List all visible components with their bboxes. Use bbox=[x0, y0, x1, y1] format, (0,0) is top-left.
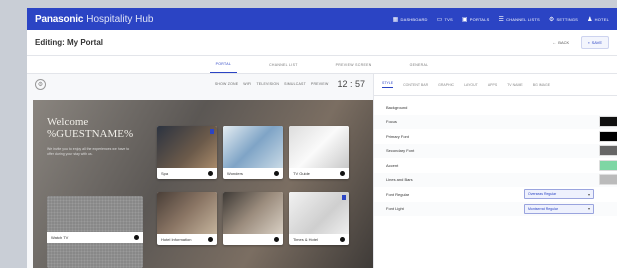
tile-times-hotel[interactable]: Times & Hotel bbox=[289, 192, 349, 245]
settings-subtabs: STYLE CONTENT BAR GRAPHIC LAYOUT APPS TV… bbox=[374, 74, 617, 96]
nav-settings[interactable]: ⚙ SETTINGS bbox=[549, 16, 578, 23]
tile-indicator bbox=[208, 171, 213, 176]
welcome-message: We invite you to enjoy all the experienc… bbox=[47, 147, 130, 156]
tab-general[interactable]: GENERAL bbox=[404, 57, 435, 73]
font-light-select[interactable]: Montserrat Regular ▾ bbox=[524, 203, 594, 214]
toolbar-simulcast[interactable]: SIMULCAST bbox=[284, 82, 306, 86]
subtab-tv-name[interactable]: TV NAME bbox=[507, 83, 523, 87]
subtab-apps[interactable]: APPS bbox=[488, 83, 497, 87]
row-lines-and-bars: Lines and Bars bbox=[374, 172, 617, 187]
tile-indicator bbox=[274, 237, 279, 242]
grid-icon: ▦ bbox=[392, 16, 399, 23]
tile-wonders[interactable]: Wonders bbox=[223, 126, 283, 179]
tile-indicator bbox=[134, 235, 139, 240]
row-font-light: Font Light Montserrat Regular ▾ bbox=[374, 201, 617, 216]
top-bar: Panasonic Hospitality Hub ▦ DASHBOARD ▭ TV… bbox=[27, 8, 617, 30]
nav-tvs[interactable]: ▭ TVS bbox=[437, 16, 453, 23]
app-title: Hospitality Hub bbox=[86, 13, 154, 25]
list-icon: ☰ bbox=[498, 16, 505, 23]
tile-badge bbox=[210, 129, 214, 134]
save-button[interactable]: ▪ SAVE bbox=[581, 36, 609, 49]
tile-image bbox=[157, 126, 217, 168]
portal-icon: ▣ bbox=[461, 16, 468, 23]
row-accent: Accent bbox=[374, 158, 617, 173]
preview-clock: 12 : 57 bbox=[337, 79, 365, 89]
nav-channel-lists[interactable]: ☰ CHANNEL LISTS bbox=[498, 16, 539, 23]
row-font-regular: Font Regular Overseas Regular ▾ bbox=[374, 187, 617, 202]
toolbar-show-zone[interactable]: SHOW ZONE bbox=[215, 82, 238, 86]
page-title: Editing: My Portal bbox=[35, 38, 103, 47]
tile-image bbox=[157, 192, 217, 234]
subtab-graphic[interactable]: GRAPHIC bbox=[438, 83, 454, 87]
tile-indicator bbox=[340, 237, 345, 242]
preview-canvas: Welcome %GUESTNAME% We invite you to enj… bbox=[33, 100, 373, 268]
tile-image bbox=[289, 192, 349, 234]
header-actions: ← BACK ▪ SAVE bbox=[546, 36, 609, 49]
save-icon: ▪ bbox=[588, 40, 590, 45]
row-background: Background bbox=[386, 104, 408, 110]
tile-tv-guide[interactable]: TV Guide bbox=[289, 126, 349, 179]
subtab-style[interactable]: STYLE bbox=[382, 81, 394, 88]
user-icon: ♟ bbox=[587, 16, 593, 23]
row-secondary-font: Secondary Font bbox=[374, 143, 617, 158]
style-rows: Background Focus Primary Font Secondary … bbox=[374, 96, 617, 216]
tile-image bbox=[223, 126, 283, 168]
top-nav: ▦ DASHBOARD ▭ TVS ▣ PORTALS ☰ CHANNEL LISTS … bbox=[393, 16, 609, 23]
tile-spa[interactable]: Spa bbox=[157, 126, 217, 179]
tv-icon: ▭ bbox=[436, 16, 443, 23]
row-primary-font: Primary Font bbox=[374, 129, 617, 144]
preview-toolbar-items: SHOW ZONE WIFI TELEVISION SIMULCAST PREV… bbox=[215, 79, 365, 89]
tile-indicator bbox=[208, 237, 213, 242]
editor-main: ⚙ SHOW ZONE WIFI TELEVISION SIMULCAST PR… bbox=[27, 74, 617, 268]
lines-bars-color-swatch[interactable] bbox=[599, 174, 617, 186]
subtab-content-bar[interactable]: CONTENT BAR bbox=[403, 83, 428, 87]
tile-badge bbox=[342, 195, 346, 200]
nav-portals[interactable]: ▣ PORTALS bbox=[462, 16, 490, 23]
nav-dashboard[interactable]: ▦ DASHBOARD bbox=[393, 16, 428, 23]
tile-indicator bbox=[340, 171, 345, 176]
back-button[interactable]: ← BACK bbox=[546, 37, 575, 48]
subtab-bg-image[interactable]: BG IMAGE bbox=[533, 83, 550, 87]
style-settings-panel: STYLE CONTENT BAR GRAPHIC LAYOUT APPS TV… bbox=[373, 74, 617, 268]
toolbar-television[interactable]: TELEVISION bbox=[256, 82, 279, 86]
tab-preview-screen[interactable]: PREVIEW SCREEN bbox=[330, 57, 378, 73]
tile-hotel-information[interactable]: Hotel Information bbox=[157, 192, 217, 245]
tab-channel-list[interactable]: CHANNEL LIST bbox=[263, 57, 304, 73]
row-focus: Focus bbox=[374, 114, 617, 129]
preview-toolbar: ⚙ SHOW ZONE WIFI TELEVISION SIMULCAST PR… bbox=[27, 74, 373, 94]
tile-indicator bbox=[274, 171, 279, 176]
primary-font-color-swatch[interactable] bbox=[599, 130, 617, 142]
brand-logo: Panasonic bbox=[35, 13, 84, 25]
font-regular-select[interactable]: Overseas Regular ▾ bbox=[524, 189, 594, 200]
focus-color-swatch[interactable] bbox=[599, 116, 617, 128]
chevron-down-icon: ▾ bbox=[587, 191, 590, 197]
subtab-layout[interactable]: LAYOUT bbox=[464, 83, 478, 87]
toolbar-preview[interactable]: PREVIEW bbox=[311, 82, 329, 86]
preview-settings-icon[interactable]: ⚙ bbox=[35, 78, 46, 90]
main-tabs: PORTAL CHANNEL LIST PREVIEW SCREEN GENER… bbox=[27, 56, 617, 74]
toolbar-wifi[interactable]: WIFI bbox=[243, 82, 251, 86]
page-header: Editing: My Portal ← BACK ▪ SAVE bbox=[27, 30, 617, 56]
tv-tile-footer: Watch TV bbox=[47, 232, 143, 243]
gear-icon: ⚙ bbox=[548, 16, 555, 23]
accent-color-swatch[interactable] bbox=[599, 159, 617, 171]
portal-preview: ⚙ SHOW ZONE WIFI TELEVISION SIMULCAST PR… bbox=[27, 74, 373, 268]
tile-gallery[interactable] bbox=[223, 192, 283, 245]
tile-image bbox=[223, 192, 283, 234]
app-window: Panasonic Hospitality Hub ▦ DASHBOARD ▭ TV… bbox=[27, 8, 617, 268]
tab-portal[interactable]: PORTAL bbox=[209, 56, 238, 73]
tile-image bbox=[289, 126, 349, 168]
arrow-left-icon: ← bbox=[552, 40, 557, 45]
nav-hotel[interactable]: ♟ HOTEL bbox=[587, 16, 609, 23]
chevron-down-icon: ▾ bbox=[587, 206, 590, 212]
secondary-font-color-swatch[interactable] bbox=[599, 145, 617, 157]
welcome-heading: Welcome %GUESTNAME% bbox=[47, 116, 134, 140]
